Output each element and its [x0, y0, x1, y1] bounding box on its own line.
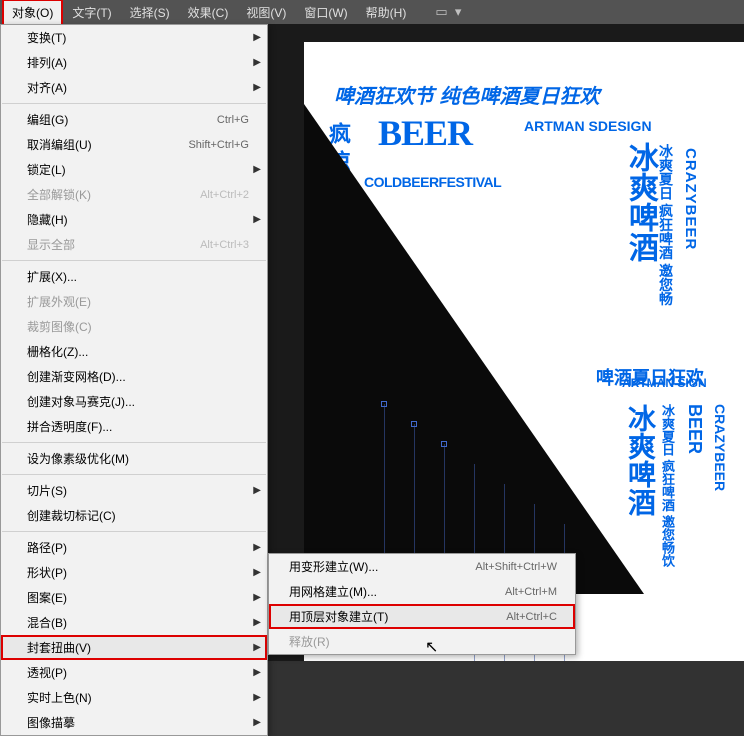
- art-text: 冰爽夏日 疯狂啤酒 邀您畅: [656, 144, 676, 306]
- chevron-right-icon: ▶: [253, 692, 261, 703]
- art-text: CRAZYBEER: [682, 148, 699, 250]
- menu-item[interactable]: 图像描摹▶: [1, 710, 267, 735]
- chevron-right-icon: ▶: [253, 592, 261, 603]
- menu-item[interactable]: 栅格化(Z)...: [1, 339, 267, 364]
- art-text: ARTMAN SIGN: [622, 376, 707, 390]
- chevron-right-icon: ▶: [253, 542, 261, 553]
- menu-select[interactable]: 选择(S): [121, 0, 179, 25]
- art-text: CRAZYBEER: [712, 404, 728, 491]
- menu-item[interactable]: 排列(A)▶: [1, 50, 267, 75]
- menu-item[interactable]: 对齐(A)▶: [1, 75, 267, 100]
- art-text: BEER: [684, 404, 705, 454]
- menu-text[interactable]: 文字(T): [63, 0, 120, 25]
- menu-item[interactable]: 编组(G)Ctrl+G: [1, 107, 267, 132]
- toolbar-icons[interactable]: ▭ ▾: [435, 4, 461, 20]
- chevron-right-icon: ▶: [253, 717, 261, 728]
- menu-object[interactable]: 对象(O): [2, 0, 63, 26]
- menu-item[interactable]: 取消编组(U)Shift+Ctrl+G: [1, 132, 267, 157]
- menu-item[interactable]: 创建裁切标记(C): [1, 503, 267, 528]
- chevron-right-icon: ▶: [253, 617, 261, 628]
- menu-item[interactable]: 混合(B)▶: [1, 610, 267, 635]
- submenu-item[interactable]: 用网格建立(M)...Alt+Ctrl+M: [269, 579, 575, 604]
- menu-view[interactable]: 视图(V): [237, 0, 295, 25]
- menu-item: 扩展外观(E): [1, 289, 267, 314]
- submenu-item: 释放(R): [269, 629, 575, 654]
- menu-item[interactable]: 扩展(X)...: [1, 264, 267, 289]
- menu-item[interactable]: 形状(P)▶: [1, 560, 267, 585]
- menu-help[interactable]: 帮助(H): [357, 0, 416, 25]
- art-text: 冰爽夏日 疯狂啤酒 邀您畅饮: [658, 404, 677, 567]
- chevron-right-icon: ▶: [253, 642, 261, 653]
- chevron-right-icon: ▶: [253, 567, 261, 578]
- art-text: 冰爽啤酒: [620, 404, 660, 516]
- chevron-right-icon: ▶: [253, 214, 261, 225]
- menu-item: 裁剪图像(C): [1, 314, 267, 339]
- menu-item[interactable]: 创建渐变网格(D)...: [1, 364, 267, 389]
- chevron-right-icon: ▶: [253, 57, 261, 68]
- submenu-item[interactable]: 用顶层对象建立(T)Alt+Ctrl+C: [269, 604, 575, 629]
- chevron-right-icon: ▶: [253, 485, 261, 496]
- menu-item[interactable]: 拼合透明度(F)...: [1, 414, 267, 439]
- menu-bar: 对象(O) 文字(T) 选择(S) 效果(C) 视图(V) 窗口(W) 帮助(H…: [0, 0, 744, 24]
- menu-item[interactable]: 透视(P)▶: [1, 660, 267, 685]
- chevron-right-icon: ▶: [253, 667, 261, 678]
- menu-item[interactable]: 设为像素级优化(M): [1, 446, 267, 471]
- chevron-right-icon: ▶: [253, 32, 261, 43]
- object-menu-dropdown: 变换(T)▶排列(A)▶对齐(A)▶ 编组(G)Ctrl+G取消编组(U)Shif…: [0, 24, 268, 736]
- menu-item[interactable]: 创建对象马赛克(J)...: [1, 389, 267, 414]
- menu-item[interactable]: 封套扭曲(V)▶: [1, 635, 267, 660]
- menu-effect[interactable]: 效果(C): [179, 0, 238, 25]
- menu-item[interactable]: 路径(P)▶: [1, 535, 267, 560]
- menu-item: 显示全部Alt+Ctrl+3: [1, 232, 267, 257]
- submenu-item[interactable]: 用变形建立(W)...Alt+Shift+Ctrl+W: [269, 554, 575, 579]
- menu-item[interactable]: 图案(E)▶: [1, 585, 267, 610]
- chevron-right-icon: ▶: [253, 164, 261, 175]
- cursor-icon: ↖: [425, 637, 438, 657]
- menu-item[interactable]: 隐藏(H)▶: [1, 207, 267, 232]
- menu-item[interactable]: 切片(S)▶: [1, 478, 267, 503]
- menu-item[interactable]: 锁定(L)▶: [1, 157, 267, 182]
- menu-window[interactable]: 窗口(W): [295, 0, 356, 25]
- menu-item[interactable]: 实时上色(N)▶: [1, 685, 267, 710]
- envelope-distort-submenu: 用变形建立(W)...Alt+Shift+Ctrl+W用网格建立(M)...Al…: [268, 553, 576, 655]
- menu-item[interactable]: 变换(T)▶: [1, 25, 267, 50]
- chevron-right-icon: ▶: [253, 82, 261, 93]
- menu-item: 全部解锁(K)Alt+Ctrl+2: [1, 182, 267, 207]
